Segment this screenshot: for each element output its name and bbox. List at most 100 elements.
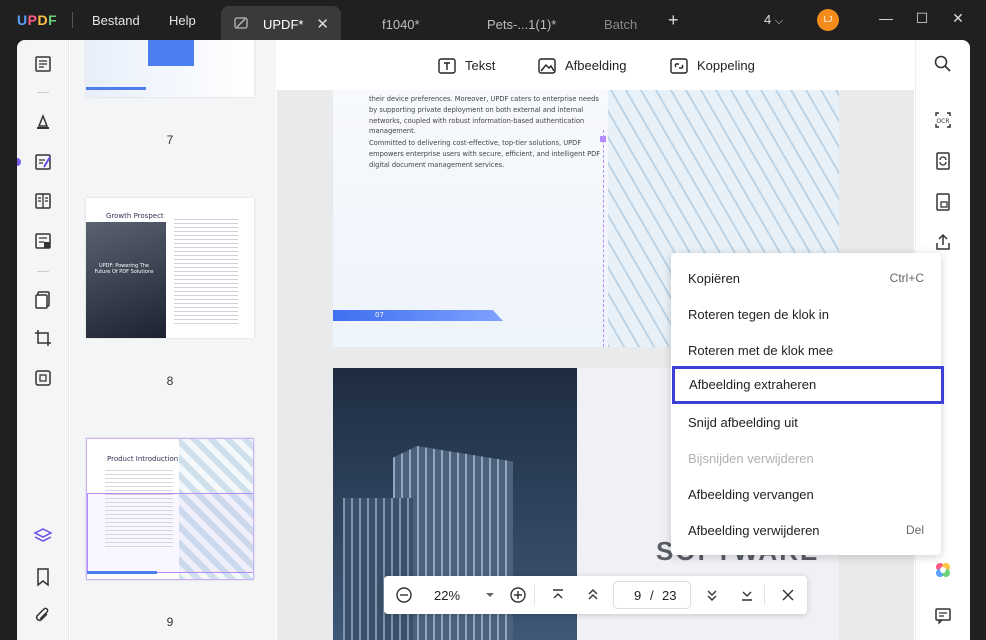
menu-item-copy[interactable]: Kopiëren Ctrl+C xyxy=(671,260,941,296)
menu-item-cut-out-image[interactable]: Snijd afbeelding uit xyxy=(671,404,941,440)
thumbnail-bar xyxy=(87,571,157,574)
thumbnail-title: Product Introduction xyxy=(107,455,179,463)
zoom-level[interactable]: 22% xyxy=(434,588,460,603)
page-number: 8 xyxy=(166,374,174,388)
page-separator: / xyxy=(650,588,654,603)
share-icon[interactable] xyxy=(933,232,953,252)
title-bar: UPDF Bestand Help UPDF* ✕ f1040* Pets-..… xyxy=(0,0,986,40)
page-number: 9 xyxy=(166,615,174,629)
highlighter-icon[interactable] xyxy=(33,112,53,132)
body-paragraph-1[interactable]: their device preferences. Moreover, UPDF… xyxy=(369,94,601,137)
reader-icon[interactable] xyxy=(33,54,53,74)
first-page-icon[interactable] xyxy=(548,585,568,605)
toolbar-divider xyxy=(534,585,535,605)
menu-item-replace-image[interactable]: Afbeelding vervangen xyxy=(671,476,941,512)
menu-file[interactable]: Bestand xyxy=(92,13,140,28)
thumbnail-page-8[interactable]: Growth Prospect UPDF: Powering The Futur… xyxy=(86,198,254,338)
menu-item-delete-image[interactable]: Afbeelding verwijderen Del xyxy=(671,512,941,548)
attachment-icon[interactable] xyxy=(33,606,53,626)
menu-help[interactable]: Help xyxy=(169,13,196,28)
tab-count-value: 4 xyxy=(764,12,772,27)
thumbnail-selection xyxy=(87,493,253,573)
zoom-toolbar: 22% 9 / 23 xyxy=(384,576,807,614)
crop-icon[interactable] xyxy=(33,328,53,348)
selection-dashed-line xyxy=(603,130,604,347)
compress-icon[interactable] xyxy=(33,368,53,388)
svg-text:OCR: OCR xyxy=(936,118,949,125)
thumbnail-text-block xyxy=(174,216,238,326)
menu-item-rotate-cw[interactable]: Roteren met de klok mee xyxy=(671,332,941,368)
selection-handle[interactable] xyxy=(600,136,606,142)
page-footer-bar xyxy=(333,310,503,321)
organize-pages-icon[interactable] xyxy=(33,191,53,211)
form-icon[interactable] xyxy=(33,231,53,251)
menu-item-label: Afbeelding verwijderen xyxy=(688,523,820,538)
toolbar-divider xyxy=(37,271,49,272)
protect-icon[interactable] xyxy=(933,192,953,212)
app-logo: UPDF xyxy=(17,12,58,28)
menu-item-label: Roteren met de klok mee xyxy=(688,343,834,358)
current-page: 9 xyxy=(634,588,642,603)
menu-item-label: Afbeelding extraheren xyxy=(689,377,817,392)
thumbnail-page-7[interactable] xyxy=(86,40,254,97)
total-pages: 23 xyxy=(662,588,677,603)
tab-label: Pets-...1(1)* xyxy=(487,17,557,32)
close-icon[interactable] xyxy=(778,585,798,605)
last-page-icon[interactable] xyxy=(737,585,757,605)
tab-label: UPDF* xyxy=(263,17,304,32)
document-edit-icon xyxy=(234,17,248,29)
page-number: 7 xyxy=(166,133,174,147)
next-page-icon[interactable] xyxy=(702,585,722,605)
menu-item-label: Kopiëren xyxy=(688,271,741,286)
menu-item-label: Roteren tegen de klok in xyxy=(688,307,829,322)
thumbnail-bar xyxy=(86,87,146,90)
menu-item-shortcut: Ctrl+C xyxy=(889,271,924,285)
toolbar-divider xyxy=(764,585,765,605)
active-indicator xyxy=(17,158,21,166)
convert-icon[interactable] xyxy=(933,151,953,171)
layers-icon[interactable] xyxy=(33,526,53,546)
text-icon xyxy=(438,58,456,74)
page-input[interactable]: 9 / 23 xyxy=(613,581,691,609)
menu-item-label: Snijd afbeelding uit xyxy=(688,415,798,430)
body-paragraph-2[interactable]: Committed to delivering cost-effective, … xyxy=(369,138,601,170)
ai-assistant-icon[interactable] xyxy=(933,560,953,580)
close-window-icon[interactable]: ✕ xyxy=(948,10,968,30)
thumbnail-panel: 7 Growth Prospect UPDF: Powering The Fut… xyxy=(70,40,276,640)
thumbnail-image xyxy=(148,40,194,66)
thumbnail-building-image xyxy=(86,222,166,338)
previous-page-icon[interactable] xyxy=(583,585,603,605)
menu-item-rotate-ccw[interactable]: Roteren tegen de klok in xyxy=(671,296,941,332)
menu-item-shortcut: Del xyxy=(905,523,924,537)
menu-item-extract-image[interactable]: Afbeelding extraheren xyxy=(672,366,944,404)
menu-item-remove-crop: Bijsnijden verwijderen xyxy=(671,440,941,476)
title-divider xyxy=(72,12,73,28)
edit-toolbar: Tekst Afbeelding Koppeling xyxy=(277,40,914,90)
add-link-label: Koppeling xyxy=(697,58,755,73)
minimize-icon[interactable]: — xyxy=(876,10,896,30)
bookmark-icon[interactable] xyxy=(33,567,53,587)
add-image-label: Afbeelding xyxy=(565,58,627,73)
edit-pdf-icon[interactable] xyxy=(33,152,53,172)
comment-icon[interactable] xyxy=(933,606,953,626)
avatar[interactable]: LJ xyxy=(817,9,839,31)
thumbnail-title: Growth Prospect xyxy=(106,212,164,220)
zoom-in-icon[interactable] xyxy=(508,585,528,605)
tower-shape xyxy=(343,498,413,640)
tab-updf[interactable]: UPDF* ✕ xyxy=(221,6,341,40)
ocr-icon[interactable]: OCR xyxy=(933,110,953,130)
page-tools-icon[interactable] xyxy=(33,290,53,310)
close-tab-icon[interactable]: ✕ xyxy=(316,15,329,33)
menu-item-label: Afbeelding vervangen xyxy=(688,487,814,502)
link-icon xyxy=(670,58,688,74)
thumbnail-page-9[interactable]: Product Introduction xyxy=(86,438,254,580)
search-icon[interactable] xyxy=(933,54,953,74)
toolbar-divider xyxy=(37,92,49,93)
tab-count[interactable]: 4 ⌵ xyxy=(764,12,783,28)
maximize-icon[interactable]: ☐ xyxy=(912,10,932,30)
thumbnail-subtitle: UPDF: Powering The Future Of PDF Solutio… xyxy=(94,263,154,275)
zoom-out-icon[interactable] xyxy=(394,585,414,605)
new-tab-icon[interactable]: + xyxy=(668,10,679,31)
chevron-down-icon: ⌵ xyxy=(774,15,784,27)
zoom-dropdown-icon[interactable] xyxy=(480,585,500,605)
